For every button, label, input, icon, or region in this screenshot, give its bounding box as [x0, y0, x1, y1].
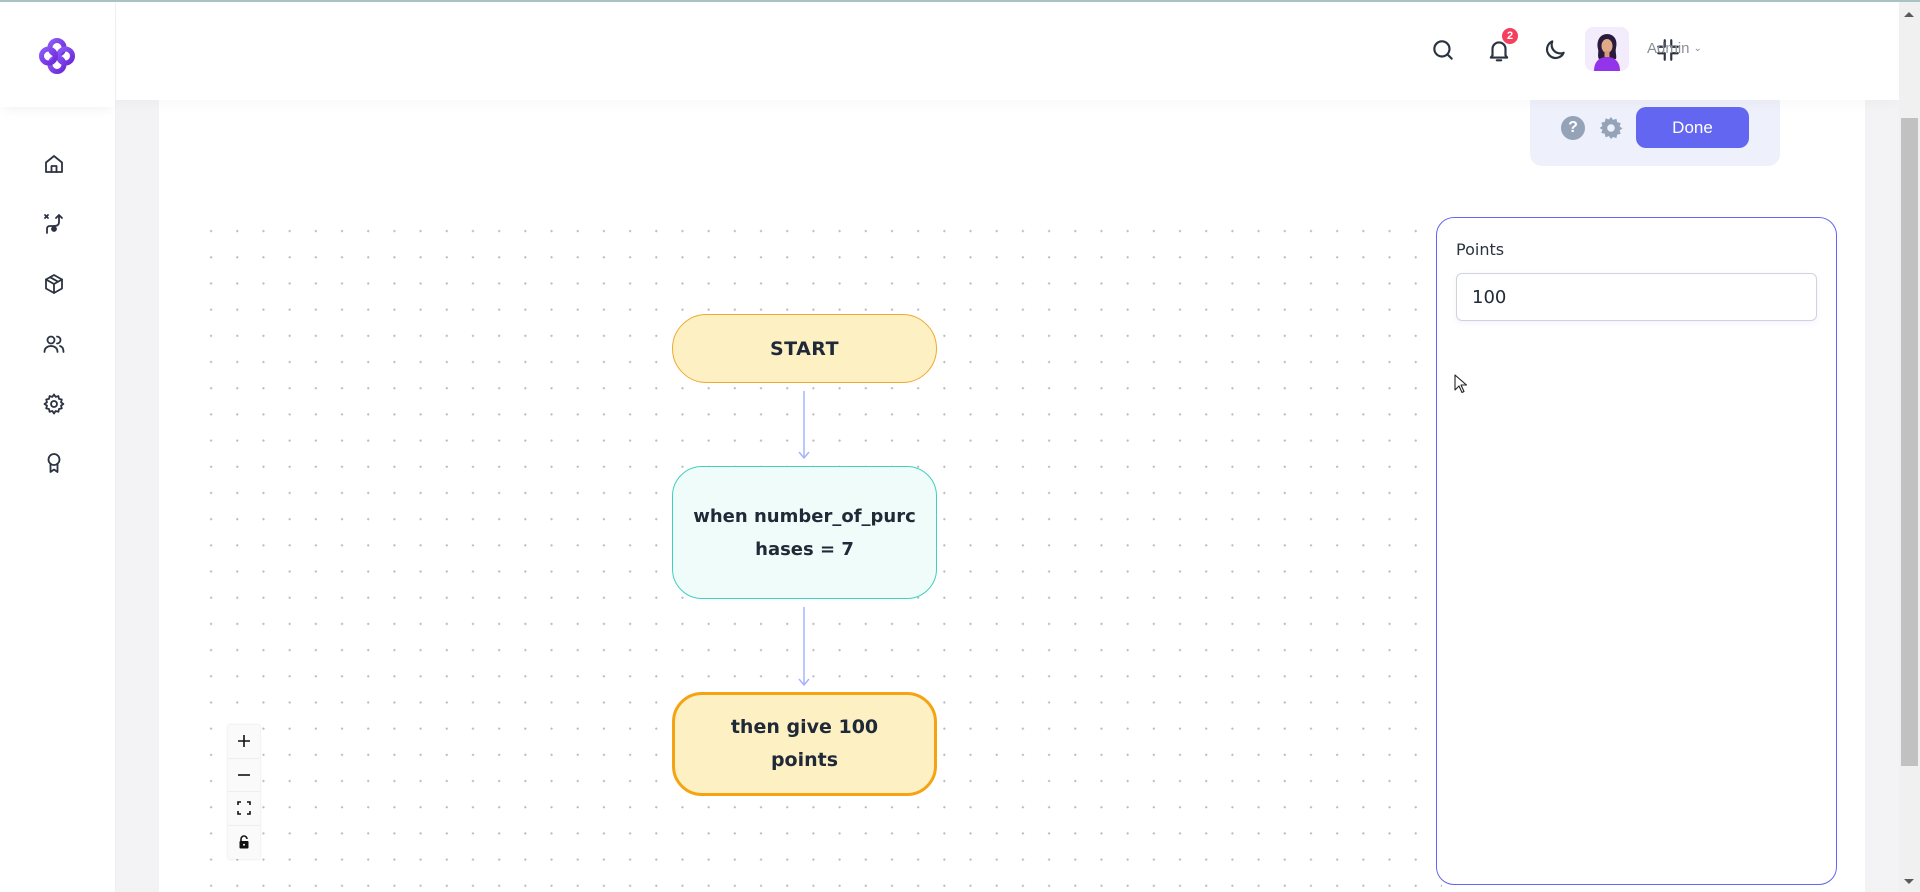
sidebar-item-settings[interactable] [42, 392, 66, 416]
fit-view-icon [237, 801, 251, 816]
sidebar [0, 0, 115, 892]
fit-view-button[interactable] [228, 792, 260, 826]
sidebar-item-users[interactable] [42, 332, 66, 356]
zoom-in-button[interactable] [228, 725, 260, 759]
flow-node-action[interactable]: then give 100 points [672, 692, 937, 796]
plus-icon [238, 735, 250, 748]
sidebar-item-campaigns[interactable] [42, 212, 66, 236]
sidebar-item-rewards[interactable] [42, 451, 66, 475]
unlock-icon [239, 835, 249, 849]
node-label: START [769, 337, 840, 360]
sidebar-item-products[interactable] [42, 272, 66, 296]
user-name: Admin [1647, 40, 1690, 57]
help-icon: ? [1568, 119, 1578, 136]
notification-badge: 2 [1501, 27, 1519, 45]
award-icon [47, 453, 61, 473]
gear-icon [43, 393, 65, 415]
app-logo[interactable] [39, 38, 75, 74]
done-button[interactable]: Done [1636, 107, 1749, 148]
dark-mode-toggle[interactable] [1542, 37, 1568, 63]
sidebar-item-home[interactable] [42, 152, 66, 176]
box-icon [45, 274, 63, 294]
zoom-out-button[interactable] [228, 758, 260, 792]
flow-node-condition[interactable]: when number_of_purchases = 7 [672, 466, 937, 599]
user-avatar[interactable] [1585, 27, 1629, 71]
canvas-controls [228, 725, 260, 859]
points-label: Points [1456, 240, 1505, 259]
help-button[interactable]: ? [1561, 116, 1585, 140]
top-header [115, 2, 1899, 100]
logo-container [0, 2, 115, 107]
scroll-thumb[interactable] [1901, 118, 1918, 766]
page-scrollbar[interactable] [1899, 2, 1920, 892]
search-icon [1433, 40, 1453, 60]
toggle-lock-button[interactable] [228, 825, 260, 859]
moon-icon [1545, 40, 1565, 60]
flow-settings-button[interactable] [1598, 115, 1624, 141]
minus-icon [238, 773, 250, 776]
flow-node-start[interactable]: START [672, 314, 937, 383]
users-icon [43, 335, 65, 353]
properties-panel: Points [1436, 217, 1837, 885]
node-label: when number_of_purchases = 7 [693, 505, 916, 560]
scroll-up-arrow[interactable] [1904, 12, 1914, 17]
node-label: then give 100 points [730, 716, 879, 771]
window-top-border [0, 0, 1920, 2]
chevron-down-icon: ⌄ [1693, 43, 1702, 54]
user-menu[interactable]: Admin ⌄ [1647, 40, 1702, 57]
avatar-image [1594, 34, 1620, 71]
home-icon [45, 155, 63, 173]
points-input[interactable] [1456, 273, 1817, 321]
gear-icon [1599, 116, 1623, 140]
route-icon [44, 214, 63, 234]
scroll-down-arrow[interactable] [1904, 879, 1914, 884]
search-button[interactable] [1430, 37, 1456, 63]
